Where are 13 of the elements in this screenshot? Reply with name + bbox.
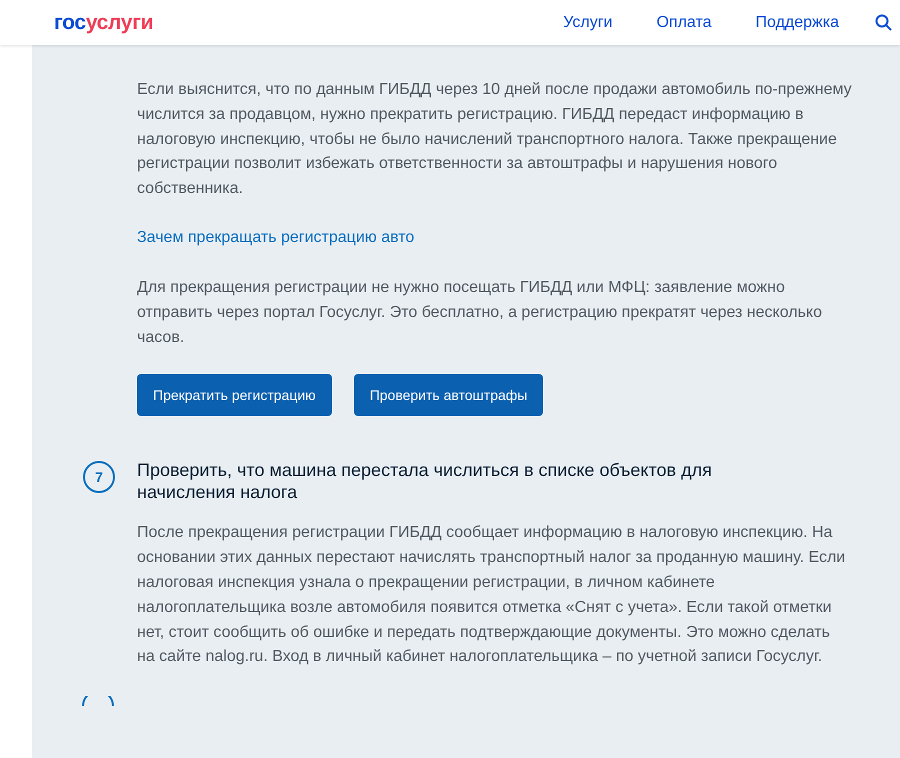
info-link[interactable]: Зачем прекращать регистрацию авто — [137, 226, 860, 250]
nav-link[interactable]: Услуги — [563, 14, 612, 32]
paragraph: Для прекращения регистрации не нужно посещать ГИБДД или МФЦ: заявление можно отправить через портал Госуслуг. Это бесплатно, а регистрацию прекратят через несколько часов. — [137, 278, 824, 348]
step-title: Проверить, что машина перестала числиться в списке объектов для начисления налога — [137, 459, 713, 504]
paragraph: После прекращения регистрации ГИБДД сообщает информацию в налоговую инспекцию. На основании этих данных перестают начислять транспортный налог за проданную машину. Если налоговая инспекция узнала о прекращении регистрации, в личном кабинете налогоплательщика возле автомобиля появится отметка «Снят с учета». Если такой отметки нет, стоит сообщить об ошибке и передать подтверждающие документы. Это можно сделать на сайте nalog.ru. Вход в личный кабинет налогоплательщика – по учетной записи Госуслуг. — [137, 523, 846, 668]
logo[interactable]: госуслуги — [54, 10, 154, 34]
nav-link[interactable]: Оплата — [656, 14, 712, 32]
action-button[interactable]: Прекратить регистрацию — [137, 374, 332, 416]
search-icon[interactable] — [875, 14, 892, 31]
paragraph: Если выяснится, что по данным ГИБДД через 10 дней после продажи автомобиль по-прежнему числится за продавцом, нужно прекратить регистрацию. ГИБДД передаст информацию в налоговую инспекцию, чтобы не было начислений транспортного налога. Также прекращение регистрации позволит избежать ответственности за автоштрафы и нарушения нового собственника. — [137, 80, 852, 200]
action-button[interactable]: Проверить автоштрафы — [354, 374, 544, 416]
nav-link[interactable]: Поддержка — [756, 14, 839, 32]
step-number: 7 — [83, 461, 115, 494]
